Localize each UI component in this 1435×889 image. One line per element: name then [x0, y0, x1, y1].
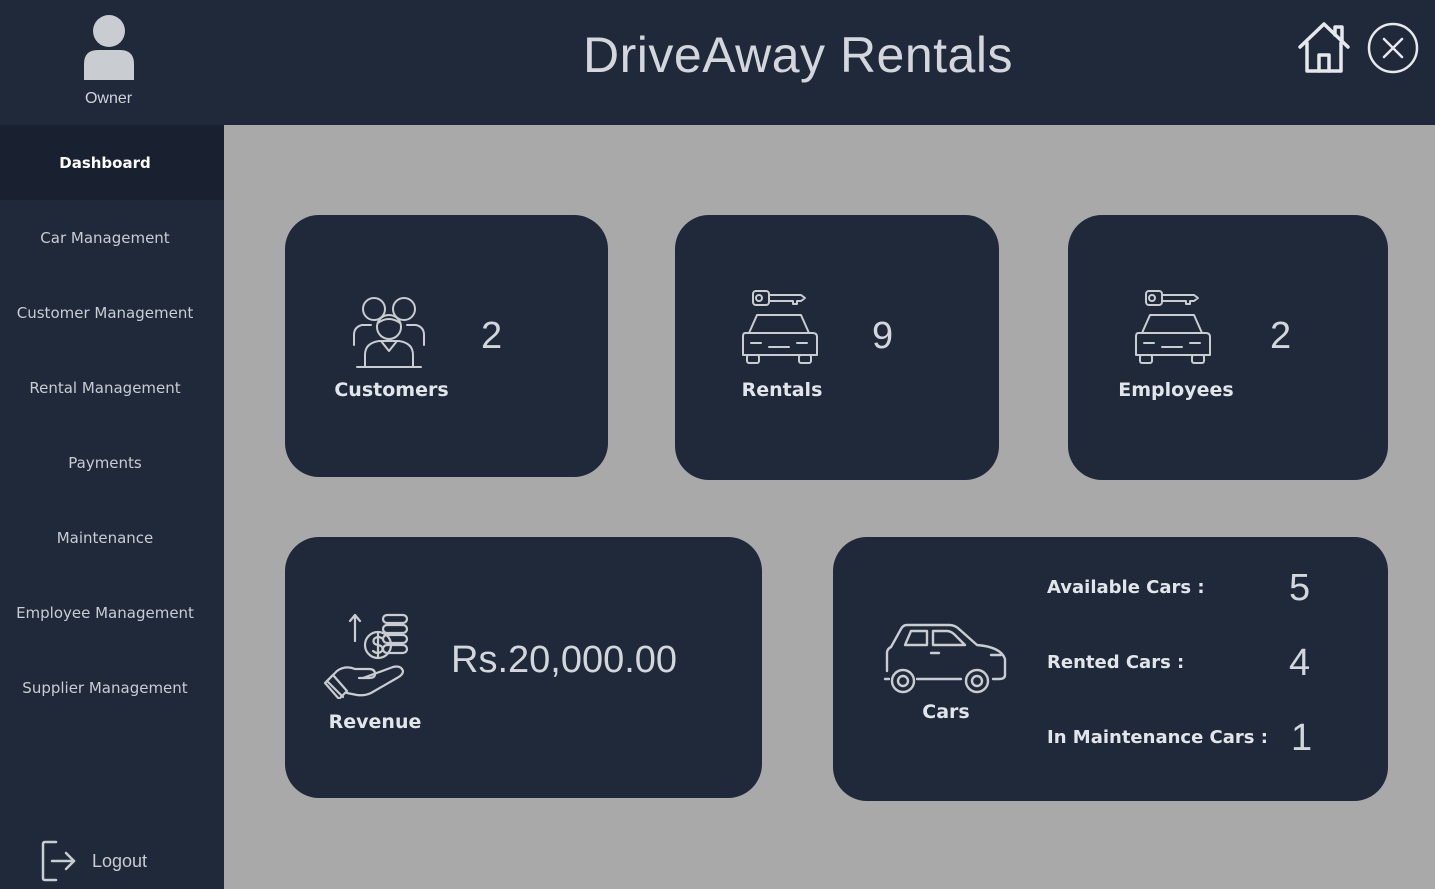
sidebar-item-car-management[interactable]: Car Management — [0, 200, 210, 275]
customers-card[interactable]: 2 Customers — [285, 215, 608, 477]
user-role-label: Owner — [84, 90, 133, 107]
sidebar-item-dashboard[interactable]: Dashboard — [0, 125, 224, 200]
app-title: DriveAway Rentals — [583, 27, 1013, 83]
car-key-icon — [1135, 290, 1211, 364]
rentals-card[interactable]: 9 Rentals — [675, 215, 999, 480]
cars-label: Cars — [922, 701, 970, 723]
customers-icon — [353, 297, 425, 368]
close-button[interactable] — [1366, 21, 1420, 75]
customers-label: Customers — [334, 379, 449, 401]
revenue-label: Revenue — [328, 711, 422, 733]
sidebar-item-supplier-management[interactable]: Supplier Management — [0, 650, 210, 725]
sidebar-item-employee-management[interactable]: Employee Management — [0, 575, 210, 650]
logout-icon — [41, 840, 76, 882]
sidebar-item-maintenance[interactable]: Maintenance — [0, 500, 210, 575]
logout-button[interactable]: Logout — [40, 837, 210, 885]
cars-card[interactable]: Cars Available Cars : 5 Rented Cars : 4 … — [833, 537, 1388, 801]
user-profile: Owner — [0, 0, 224, 125]
employees-count: 2 — [1270, 315, 1292, 357]
close-icon — [1367, 22, 1419, 74]
revenue-amount: Rs.20,000.00 — [451, 639, 678, 681]
rentals-label: Rentals — [741, 379, 823, 401]
customers-count: 2 — [481, 315, 503, 357]
employees-card[interactable]: 2 Employees — [1068, 215, 1388, 480]
available-cars-value: 5 — [1289, 567, 1311, 609]
employees-label: Employees — [1118, 379, 1234, 401]
sidebar-item-customer-management[interactable]: Customer Management — [0, 275, 210, 350]
rentals-count: 9 — [872, 315, 894, 357]
home-icon — [1298, 22, 1350, 73]
maintenance-cars-label: In Maintenance Cars : — [1047, 727, 1268, 748]
revenue-icon — [323, 613, 409, 699]
user-avatar-icon — [84, 15, 134, 80]
sidebar-item-rental-management[interactable]: Rental Management — [0, 350, 210, 425]
rented-cars-value: 4 — [1289, 642, 1311, 684]
home-button[interactable] — [1296, 19, 1352, 75]
header-bar: Owner DriveAway Rentals — [0, 0, 1435, 125]
sidebar-nav: Dashboard Car Management Customer Manage… — [0, 125, 224, 889]
car-key-icon — [742, 290, 818, 364]
revenue-card[interactable]: Rs.20,000.00 Revenue — [285, 537, 762, 798]
sidebar-item-payments[interactable]: Payments — [0, 425, 210, 500]
car-icon — [883, 623, 1007, 694]
rented-cars-label: Rented Cars : — [1047, 652, 1185, 673]
available-cars-label: Available Cars : — [1047, 577, 1205, 598]
logout-label: Logout — [92, 850, 148, 871]
maintenance-cars-value: 1 — [1291, 717, 1313, 759]
